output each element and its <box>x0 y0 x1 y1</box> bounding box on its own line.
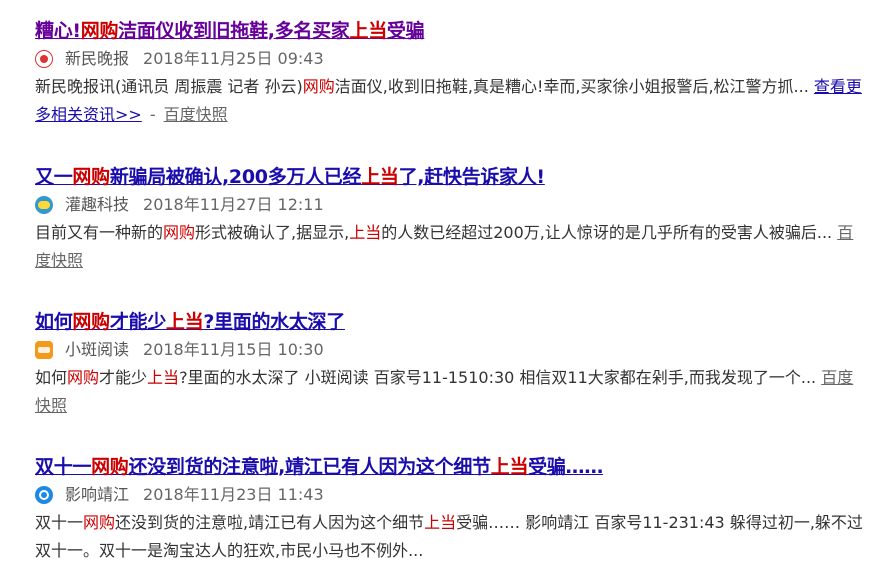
result-title-link[interactable]: 如何网购才能少上当?里面的水太深了 <box>35 309 865 335</box>
source-name: 影响靖江 <box>65 485 130 504</box>
search-result: 糟心!网购洁面仪收到旧拖鞋,多名买家上当受骗 新民晚报 2018年11月25日 … <box>35 18 865 129</box>
title-keyword: 上当 <box>165 311 204 333</box>
source-name: 新民晚报 <box>65 49 130 68</box>
abstract-text: 新民晚报讯(通讯员 周振震 记者 孙云) <box>35 77 303 96</box>
result-abstract: 如何网购才能少上当?里面的水太深了 小斑阅读 百家号11-1510:30 相信双… <box>35 364 865 420</box>
title-keyword: 网购 <box>72 311 110 333</box>
title-keyword: 上当 <box>349 20 388 42</box>
snapshot-link[interactable]: 百度快照 <box>164 105 228 124</box>
publish-date: 2018年11月15日 10:30 <box>143 340 324 359</box>
source-name: 小斑阅读 <box>65 340 130 359</box>
title-text: 还没到货的注意啦,靖江已有人因为这个细节 <box>128 456 492 478</box>
source-name: 灌趣科技 <box>65 195 130 214</box>
title-text: 又一 <box>35 166 73 188</box>
publish-date: 2018年11月27日 12:11 <box>143 195 324 214</box>
search-result: 如何网购才能少上当?里面的水太深了 小斑阅读 2018年11月15日 10:30… <box>35 309 865 420</box>
abstract-text: 双十一 <box>35 513 84 532</box>
title-keyword: 网购 <box>91 456 129 478</box>
abstract-keyword: 网购 <box>163 223 196 242</box>
search-result: 双十一网购还没到货的注意啦,靖江已有人因为这个细节上当受骗…… 影响靖江 201… <box>35 454 865 565</box>
abstract-keyword: 网购 <box>83 513 116 532</box>
abstract-keyword: 上当 <box>147 368 180 387</box>
result-title-link[interactable]: 糟心!网购洁面仪收到旧拖鞋,多名买家上当受骗 <box>35 18 865 44</box>
title-text: 了,赶快告诉家人! <box>398 166 545 188</box>
publish-date: 2018年11月25日 09:43 <box>143 49 324 68</box>
result-meta: 灌趣科技 2018年11月27日 12:11 <box>35 193 865 217</box>
abstract-keyword: 上当 <box>424 513 457 532</box>
abstract-text: 还没到货的注意啦,靖江已有人因为这个细节 <box>115 513 425 532</box>
search-result: 又一网购新骗局被确认,200多万人已经上当了,赶快告诉家人! 灌趣科技 2018… <box>35 164 865 275</box>
abstract-text: 洁面仪,收到旧拖鞋,真是糟心!幸而,买家徐小姐报警后,松江警方抓... <box>334 77 814 96</box>
result-abstract: 目前又有一种新的网购形式被确认了,据显示,上当的人数已经超过200万,让人惊讶的… <box>35 219 865 275</box>
yingxiang-logo-icon <box>35 486 53 504</box>
abstract-keyword: 网购 <box>67 368 100 387</box>
title-text: ?里面的水太深了 <box>203 311 345 333</box>
separator: - <box>149 105 156 124</box>
abstract-keyword: 网购 <box>302 77 335 96</box>
title-text: 如何 <box>35 311 73 333</box>
result-abstract: 双十一网购还没到货的注意啦,靖江已有人因为这个细节上当受骗…… 影响靖江 百家号… <box>35 509 865 565</box>
publish-date: 2018年11月23日 11:43 <box>143 485 324 504</box>
title-text: 洁面仪收到旧拖鞋,多名买家 <box>118 20 350 42</box>
title-text: 受骗…… <box>528 456 603 478</box>
xinmin-logo-icon <box>35 50 53 68</box>
abstract-text: 的人数已经超过200万,让人惊讶的是几乎所有的受害人被骗后... <box>381 223 838 242</box>
abstract-text: ?里面的水太深了 小斑阅读 百家号11-1510:30 相信双11大家都在剁手,… <box>179 368 822 387</box>
result-abstract: 新民晚报讯(通讯员 周振震 记者 孙云)网购洁面仪,收到旧拖鞋,真是糟心!幸而,… <box>35 73 865 129</box>
result-title-link[interactable]: 又一网购新骗局被确认,200多万人已经上当了,赶快告诉家人! <box>35 164 865 190</box>
title-keyword: 网购 <box>80 20 119 42</box>
abstract-text: 目前又有一种新的 <box>35 223 164 242</box>
title-keyword: 上当 <box>490 456 529 478</box>
result-meta: 小斑阅读 2018年11月15日 10:30 <box>35 338 865 362</box>
xiaoban-logo-icon <box>35 341 53 359</box>
abstract-text: 形式被确认了,据显示, <box>195 223 350 242</box>
title-text: 新骗局被确认,200多万人已经 <box>109 166 362 188</box>
result-meta: 新民晚报 2018年11月25日 09:43 <box>35 47 865 71</box>
result-meta: 影响靖江 2018年11月23日 11:43 <box>35 483 865 507</box>
guanqu-logo-icon <box>35 196 53 214</box>
title-text: 受骗 <box>386 20 425 42</box>
abstract-text: 如何 <box>35 368 68 387</box>
title-text: 糟心! <box>35 20 81 42</box>
abstract-text: 才能少 <box>99 368 148 387</box>
result-title-link[interactable]: 双十一网购还没到货的注意啦,靖江已有人因为这个细节上当受骗…… <box>35 454 865 480</box>
abstract-keyword: 上当 <box>349 223 382 242</box>
title-keyword: 网购 <box>72 166 110 188</box>
title-text: 双十一 <box>35 456 92 478</box>
title-text: 才能少 <box>109 311 166 333</box>
title-keyword: 上当 <box>361 166 399 188</box>
